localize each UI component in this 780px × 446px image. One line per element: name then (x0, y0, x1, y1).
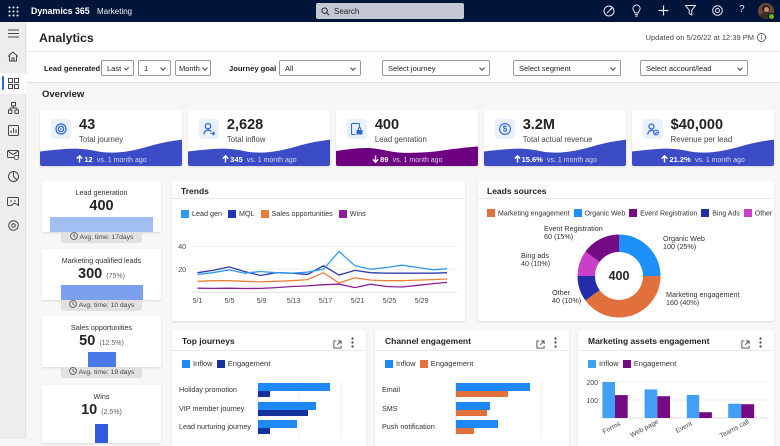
svg-text:VIP member journey: VIP member journey (179, 404, 245, 413)
svg-text:Teams call: Teams call (719, 418, 751, 439)
svg-text:100: 100 (586, 398, 598, 405)
svg-text:5/25: 5/25 (383, 298, 397, 305)
svg-text:5/5: 5/5 (225, 298, 235, 305)
svg-text:Event: Event (675, 421, 694, 435)
svg-text:Forms: Forms (602, 420, 623, 436)
svg-text:5/21: 5/21 (351, 298, 365, 305)
svg-text:Email: Email (382, 385, 400, 394)
svg-text:Web page: Web page (629, 418, 660, 439)
svg-text:Push notification: Push notification (382, 422, 435, 431)
svg-text:Lead nurturing journey: Lead nurturing journey (179, 422, 251, 431)
svg-text:200: 200 (586, 380, 598, 387)
svg-text:SMS: SMS (382, 404, 398, 413)
svg-text:5/13: 5/13 (287, 298, 301, 305)
svg-text:5/9: 5/9 (257, 298, 267, 305)
svg-text:Holiday promotion: Holiday promotion (179, 385, 237, 394)
svg-text:20: 20 (178, 267, 186, 274)
svg-text:5/17: 5/17 (319, 298, 333, 305)
svg-text:5/1: 5/1 (193, 298, 203, 305)
svg-text:5/29: 5/29 (415, 298, 429, 305)
svg-text:40: 40 (178, 244, 186, 251)
